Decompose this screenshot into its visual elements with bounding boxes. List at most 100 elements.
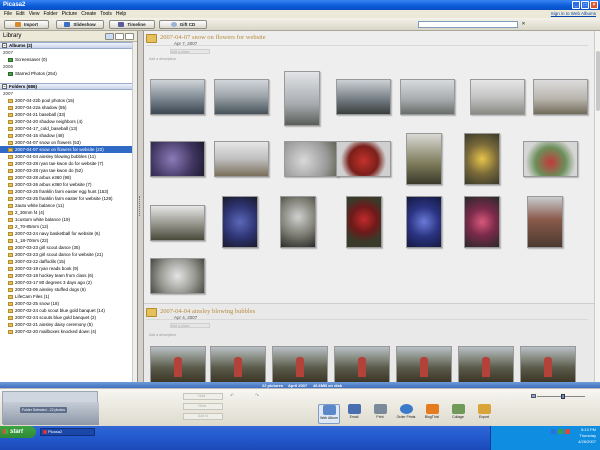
folder-title[interactable]: 2007-04-04 ainsley blowing bubbles bbox=[160, 308, 255, 315]
photo-thumbnail[interactable] bbox=[284, 141, 339, 177]
collapse-toggle-icon[interactable]: − bbox=[2, 84, 7, 89]
album-starred-photos[interactable]: Starred Photos (254) bbox=[0, 70, 137, 77]
photo-thumbnail[interactable] bbox=[214, 79, 269, 115]
folder-item[interactable]: 2007-02-20 mailboxes knocked down (4) bbox=[0, 328, 137, 335]
folder-item[interactable]: 2auto white balance (11) bbox=[0, 202, 137, 209]
photo-thumbnail[interactable] bbox=[533, 79, 588, 115]
photo-thumbnail[interactable] bbox=[150, 346, 206, 382]
import-button[interactable]: Import bbox=[4, 20, 49, 29]
security-icon[interactable] bbox=[558, 429, 563, 434]
menu-view[interactable]: View bbox=[27, 11, 42, 17]
email-button[interactable]: Email bbox=[343, 404, 365, 424]
add-place-field[interactable]: Add a place bbox=[170, 49, 210, 54]
photo-thumbnail[interactable] bbox=[458, 346, 514, 382]
folder-item[interactable]: 2007-03-19 ryan reads book (9) bbox=[0, 265, 137, 272]
photo-thumbnail[interactable] bbox=[210, 346, 266, 382]
start-button[interactable]: start bbox=[0, 426, 36, 438]
alert-icon[interactable] bbox=[565, 429, 570, 434]
folder-item[interactable]: 2007-03-28 ryan tae kwon do for website … bbox=[0, 160, 137, 167]
slider-knob[interactable] bbox=[561, 394, 566, 399]
photo-thumbnail[interactable] bbox=[150, 205, 205, 241]
folder-item[interactable]: 2007-04-04 ainsley blowing bubbles (11) bbox=[0, 153, 137, 160]
folder-item[interactable]: 2_30mm f4 (4) bbox=[0, 209, 137, 216]
folder-item[interactable]: 2007-03-23 girl scout dance for website … bbox=[0, 251, 137, 258]
folder-item[interactable]: 2007-04-22b pool photos (15) bbox=[0, 97, 137, 104]
photo-thumbnail[interactable] bbox=[406, 133, 442, 185]
photo-thumbnail[interactable] bbox=[150, 141, 205, 177]
folder-item[interactable]: 2007-04-17_cold_baseball (13) bbox=[0, 125, 137, 132]
close-button[interactable]: × bbox=[590, 1, 598, 9]
folder-item[interactable]: 2007-04-22a shadow (55) bbox=[0, 104, 137, 111]
folder-title[interactable]: 2007-04-07 snow on flowers for website bbox=[160, 34, 266, 41]
folder-item[interactable]: 2007-02-24 scouts blue gold banquet (2) bbox=[0, 314, 137, 321]
web-album-button[interactable]: Web Album bbox=[318, 404, 340, 424]
collapse-toggle-icon[interactable]: − bbox=[2, 43, 7, 48]
photo-thumbnail[interactable] bbox=[406, 196, 442, 248]
photo-thumbnail[interactable] bbox=[284, 71, 320, 126]
photo-thumbnail[interactable] bbox=[272, 346, 328, 382]
clear-button[interactable]: Clear bbox=[183, 403, 223, 410]
scroll-thumb[interactable] bbox=[596, 51, 600, 111]
menu-picture[interactable]: Picture bbox=[60, 11, 80, 17]
photo-thumbnail[interactable] bbox=[150, 79, 205, 115]
photo-thumbnail[interactable] bbox=[527, 196, 563, 248]
minimize-button[interactable]: _ bbox=[572, 1, 580, 9]
folder-item[interactable]: 2007-03-23 girl scout dance (35) bbox=[0, 244, 137, 251]
add-description-field[interactable]: Add a description bbox=[149, 333, 176, 337]
folder-item[interactable]: 2_70-85mm (12) bbox=[0, 223, 137, 230]
photo-thumbnail[interactable] bbox=[280, 196, 316, 248]
folder-item[interactable]: 2007-03-18 hockey team from class (6) bbox=[0, 272, 137, 279]
folder-item[interactable]: 2007-04-07 snow on flowers (53) bbox=[0, 139, 137, 146]
blog-this-button[interactable]: BlogThis! bbox=[421, 404, 443, 424]
view-tree-icon[interactable] bbox=[115, 33, 124, 40]
collapse-icon[interactable] bbox=[125, 33, 134, 40]
folders-section-header[interactable]: − Folders (686) bbox=[0, 83, 137, 90]
folder-item[interactable]: LifeCam Files (1) bbox=[0, 293, 137, 300]
photo-thumbnail[interactable] bbox=[520, 346, 576, 382]
add-place-field[interactable]: Add a place bbox=[170, 323, 210, 328]
folder-item[interactable]: 2007-03-25 franklin farm easter egg hunt… bbox=[0, 188, 137, 195]
maximize-button[interactable]: □ bbox=[581, 1, 589, 9]
album-screensaver[interactable]: Screensaver (0) bbox=[0, 56, 137, 63]
photo-thumbnail[interactable] bbox=[150, 258, 205, 294]
photo-thumbnail[interactable] bbox=[470, 79, 525, 115]
folder-item[interactable]: 1_18-70mm (22) bbox=[0, 237, 137, 244]
photo-thumbnail[interactable] bbox=[336, 79, 391, 115]
photo-thumbnail[interactable] bbox=[334, 346, 390, 382]
main-scrollbar[interactable] bbox=[594, 31, 600, 382]
search-input[interactable] bbox=[418, 21, 518, 28]
folder-item[interactable]: 2007-03-28 arbus e360 (98) bbox=[0, 174, 137, 181]
view-folders-icon[interactable] bbox=[105, 33, 114, 40]
folder-item[interactable]: 2007-03-25 franklin farm easter for webs… bbox=[0, 195, 137, 202]
export-button[interactable]: Export bbox=[473, 404, 495, 424]
photo-thumbnail[interactable] bbox=[464, 196, 500, 248]
folder-item[interactable]: 2007-03-28 ryan tae kwon do (52) bbox=[0, 167, 137, 174]
photo-thumbnail[interactable] bbox=[222, 196, 258, 248]
folder-item[interactable]: 2007-02-24 cub scout blue gold banquet (… bbox=[0, 307, 137, 314]
folder-item[interactable]: 2007-04-20 shadow neighbors (4) bbox=[0, 118, 137, 125]
folder-item[interactable]: 2007-02-25 snow (18) bbox=[0, 300, 137, 307]
timeline-button[interactable]: Timeline bbox=[109, 20, 155, 29]
folder-item[interactable]: 2007-04-07 snow on flowers for website (… bbox=[0, 146, 137, 153]
menu-edit[interactable]: Edit bbox=[14, 11, 27, 17]
folder-item[interactable]: 2007-03-24 navy basketball for website (… bbox=[0, 230, 137, 237]
photo-thumbnail[interactable] bbox=[346, 196, 382, 248]
clock[interactable]: 8:13 PM Thursday 4/26/2007 bbox=[578, 427, 596, 445]
photo-thumbnail[interactable] bbox=[396, 346, 452, 382]
photo-thumbnail[interactable] bbox=[400, 79, 455, 115]
folder-item[interactable]: 2007-04-15 shadow (48) bbox=[0, 132, 137, 139]
menu-tools[interactable]: Tools bbox=[98, 11, 114, 17]
collage-button[interactable]: Collage bbox=[447, 404, 469, 424]
photo-thumbnail[interactable] bbox=[336, 141, 391, 177]
hold-button[interactable]: Hold bbox=[183, 393, 223, 400]
rotate-left-icon[interactable]: ↶ bbox=[230, 393, 234, 399]
albums-section-header[interactable]: − Albums (2) bbox=[0, 42, 137, 49]
network-icon[interactable] bbox=[551, 429, 556, 434]
folder-item[interactable]: 2007-03-22 daffodils (15) bbox=[0, 258, 137, 265]
print-button[interactable]: Print bbox=[369, 404, 391, 424]
folder-item[interactable]: 2007-03-06 ainsley stuffed dogs (6) bbox=[0, 286, 137, 293]
clear-search-icon[interactable]: ✕ bbox=[520, 21, 527, 28]
photo-thumbnail[interactable] bbox=[523, 141, 578, 177]
folder-item[interactable]: 2007-03-17 80 degrees 3 days ago (2) bbox=[0, 279, 137, 286]
rotate-right-icon[interactable]: ↷ bbox=[255, 393, 259, 399]
